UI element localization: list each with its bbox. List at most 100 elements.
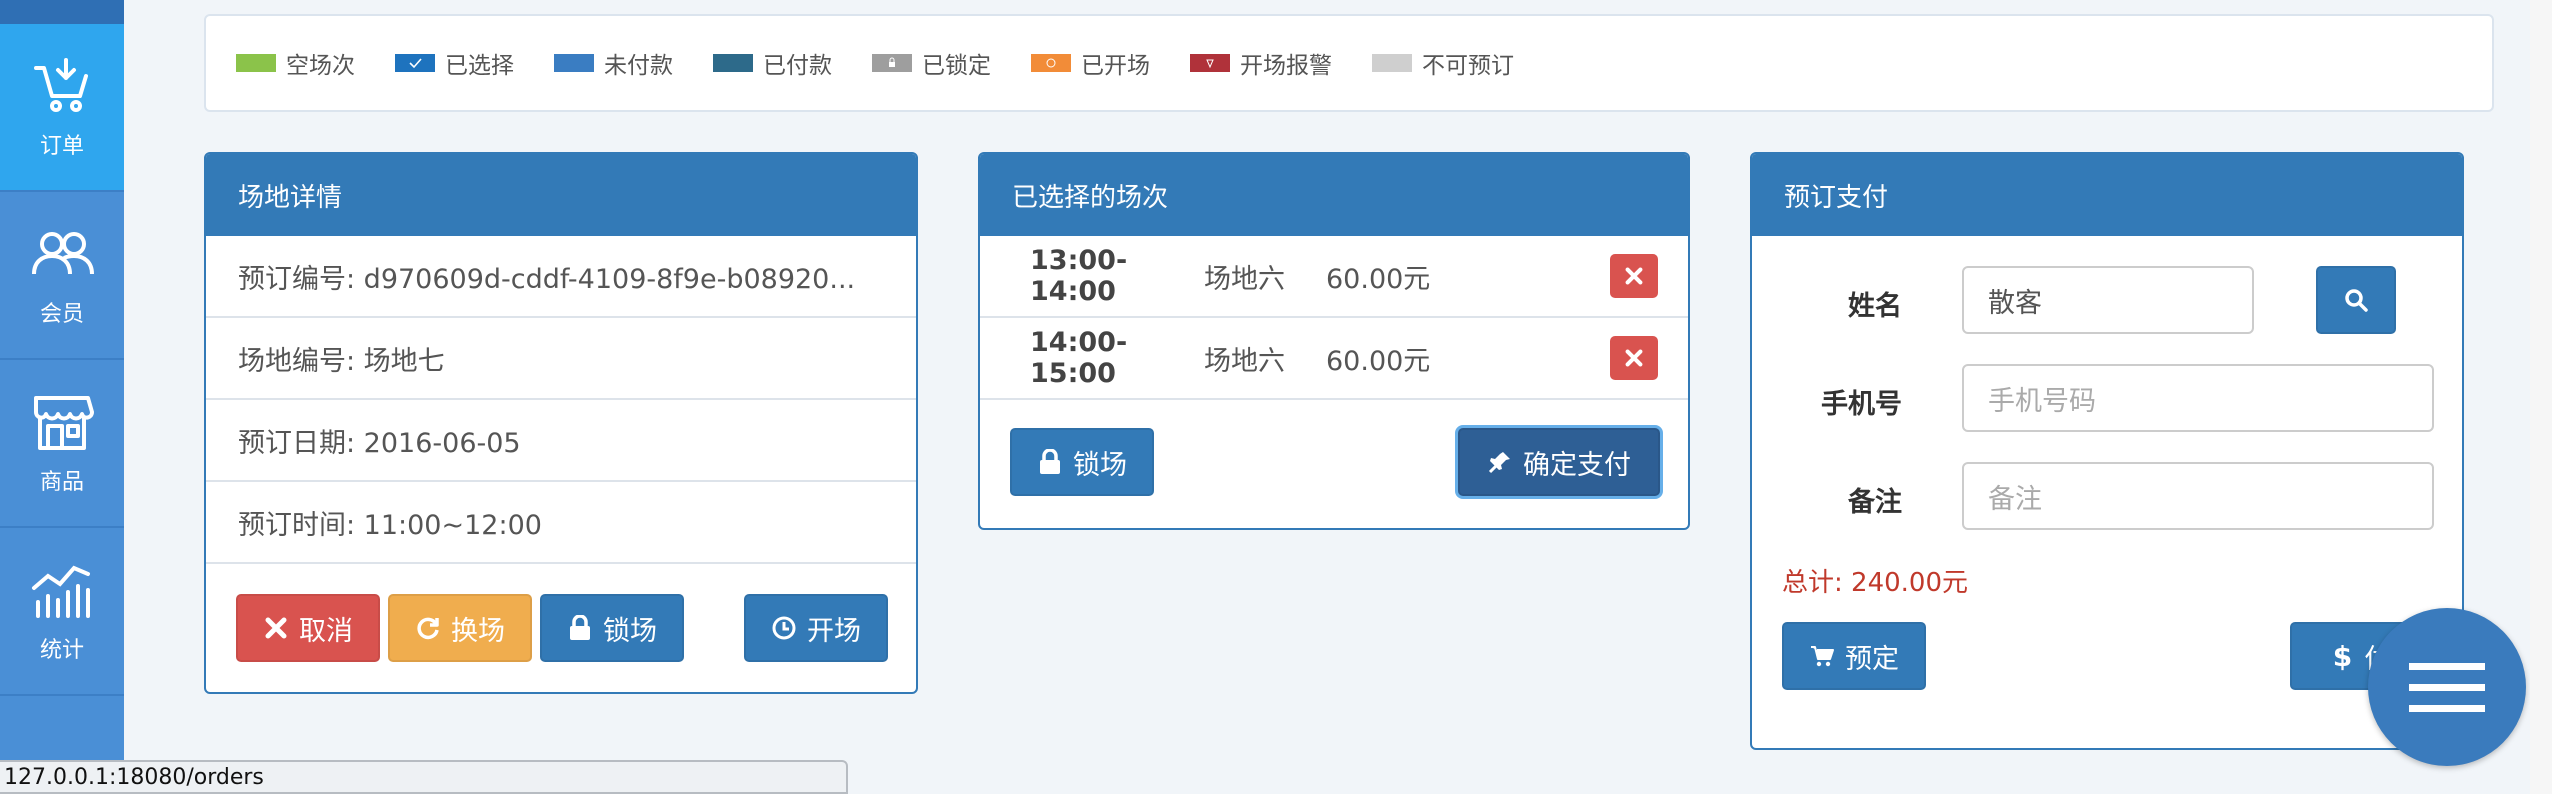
status-legend: 空场次 已选择 未付款 已付款 已锁定 已开场 开场报警 不可预订 (204, 14, 2494, 112)
order-number: 预订编号: d970609d-cddf-4109-8f9e-b08920... (206, 236, 916, 318)
legend-item-alarm: 开场报警 (1190, 46, 1332, 80)
legend-swatch (554, 54, 594, 72)
selected-slots-panel: 已选择的场次 13:00-14:00 场地六 60.00元 14:00-15:0… (978, 152, 1690, 530)
refresh-icon (417, 617, 439, 640)
stats-icon (32, 565, 90, 618)
list-item: 13:00-14:00 场地六 60.00元 (980, 236, 1688, 318)
slot-court: 场地六 (1204, 345, 1285, 377)
sidebar-item-label: 会员 (39, 302, 84, 327)
members-icon (32, 232, 94, 275)
search-icon (2345, 289, 2368, 312)
cancel-label: 取消 (299, 615, 353, 647)
order-time: 预订时间: 11:00~12:00 (206, 482, 916, 564)
sidebar-item-orders[interactable]: 订单 (0, 24, 124, 192)
phone-field[interactable]: 手机号码 (1962, 364, 2434, 432)
lock-icon (570, 615, 590, 640)
legend-swatch (713, 54, 753, 72)
note-label: 备注 (1848, 487, 1902, 518)
legend-item-unpaid: 未付款 (554, 46, 673, 80)
panel-title: 预订支付 (1752, 154, 2462, 236)
start-court-button[interactable]: 开场 (744, 594, 888, 662)
slot-price: 60.00元 (1326, 263, 1431, 295)
legend-item-started: 已开场 (1031, 46, 1150, 80)
legend-item-paid: 已付款 (713, 46, 832, 80)
legend-label: 未付款 (604, 53, 673, 79)
lock-slots-button[interactable]: 锁场 (1010, 428, 1154, 496)
legend-item-empty: 空场次 (236, 46, 355, 80)
lock-icon (1040, 449, 1060, 474)
sidebar-item-label: 订单 (39, 134, 84, 159)
reserve-label: 预定 (1845, 643, 1899, 675)
lock-icon (872, 54, 912, 72)
close-icon (1625, 267, 1643, 285)
scrollbar[interactable] (2530, 0, 2552, 794)
cart-icon (34, 58, 88, 112)
selected-actions: 锁场 确定支付 (980, 400, 1688, 528)
menu-icon (2409, 663, 2485, 712)
cancel-button[interactable]: 取消 (236, 594, 380, 662)
court-number: 场地编号: 场地七 (206, 318, 916, 400)
legend-swatch (1372, 54, 1412, 72)
change-court-label: 换场 (451, 615, 505, 647)
name-field[interactable]: 散客 (1962, 266, 2254, 334)
legend-item-locked: 已锁定 (872, 46, 991, 80)
start-court-label: 开场 (807, 615, 861, 647)
slot-time: 14:00-15:00 (1030, 327, 1128, 389)
legend-item-unavailable: 不可预订 (1372, 46, 1514, 80)
legend-label: 已选择 (445, 53, 514, 79)
clock-icon (1031, 54, 1071, 72)
legend-label: 已开场 (1081, 53, 1150, 79)
floating-menu-button[interactable] (2368, 608, 2526, 766)
legend-label: 空场次 (286, 53, 355, 79)
panel-title: 已选择的场次 (980, 154, 1688, 236)
close-icon (265, 617, 287, 639)
browser-status-url: 127.0.0.1:18080/orders (0, 760, 848, 794)
close-icon (1625, 349, 1643, 367)
phone-row: 手机号 手机号码 (1752, 364, 2462, 434)
note-field[interactable]: 备注 (1962, 462, 2434, 530)
reserve-button[interactable]: 预定 (1782, 622, 1926, 690)
slot-court: 场地六 (1204, 263, 1285, 295)
sidebar-item-members[interactable]: 会员 (0, 192, 124, 360)
legend-item-selected: 已选择 (395, 46, 514, 80)
order-date: 预订日期: 2016-06-05 (206, 400, 916, 482)
alarm-icon (1190, 54, 1230, 72)
pin-icon (1488, 452, 1510, 474)
legend-label: 已付款 (763, 53, 832, 79)
remove-slot-button[interactable] (1610, 254, 1658, 298)
change-court-button[interactable]: 换场 (388, 594, 532, 662)
cart-icon (1811, 646, 1834, 667)
sidebar-item-label: 统计 (39, 638, 84, 663)
sidebar-item-label: 商品 (39, 470, 84, 495)
lock-court-button[interactable]: 锁场 (540, 594, 684, 662)
legend-swatch (236, 54, 276, 72)
name-row: 姓名 散客 (1752, 266, 2462, 336)
legend-label: 开场报警 (1240, 53, 1332, 79)
confirm-payment-label: 确定支付 (1523, 449, 1631, 481)
sidebar-top (0, 0, 124, 24)
slot-price: 60.00元 (1326, 345, 1431, 377)
payment-panel: 预订支付 姓名 散客 手机号 手机号码 备注 备注 总计: 240.00元 预定… (1750, 152, 2464, 750)
phone-label: 手机号 (1821, 389, 1902, 420)
confirm-payment-button[interactable]: 确定支付 (1458, 428, 1660, 496)
slot-time: 13:00-14:00 (1030, 245, 1128, 307)
legend-label: 不可预订 (1422, 53, 1514, 79)
panel-title: 场地详情 (206, 154, 916, 236)
clock-icon (772, 616, 796, 640)
dollar-icon: $ (2332, 639, 2353, 673)
sidebar-item-goods[interactable]: 商品 (0, 360, 124, 528)
court-detail-panel: 场地详情 预订编号: d970609d-cddf-4109-8f9e-b0892… (204, 152, 918, 694)
total-amount: 总计: 240.00元 (1782, 568, 1968, 598)
store-icon (34, 396, 94, 450)
remove-slot-button[interactable] (1610, 336, 1658, 380)
sidebar-item-stats[interactable]: 统计 (0, 528, 124, 696)
lock-court-label: 锁场 (603, 615, 657, 647)
lock-slots-label: 锁场 (1073, 449, 1127, 481)
search-button[interactable] (2316, 266, 2396, 334)
list-item: 14:00-15:00 场地六 60.00元 (980, 318, 1688, 400)
note-row: 备注 备注 (1752, 462, 2462, 532)
legend-label: 已锁定 (922, 53, 991, 79)
sidebar: 订单 会员 商品 统计 (0, 0, 124, 794)
detail-actions: 取消 换场 锁场 开场 (206, 564, 916, 692)
check-icon (395, 54, 435, 72)
